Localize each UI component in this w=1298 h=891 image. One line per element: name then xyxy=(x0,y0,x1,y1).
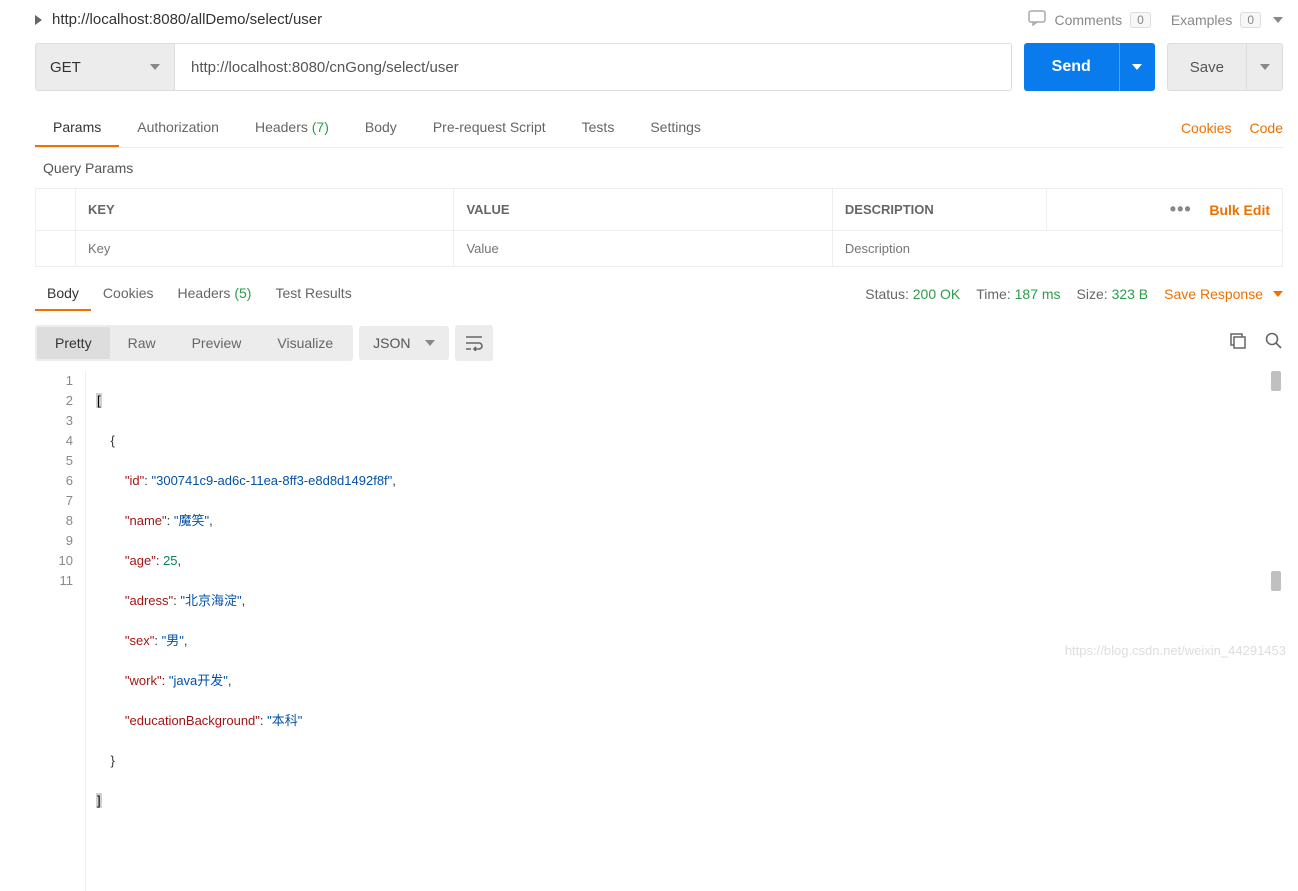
query-params-table: KEY VALUE DESCRIPTION ••• Bulk Edit xyxy=(35,188,1283,267)
url-input[interactable] xyxy=(175,43,1012,91)
view-raw[interactable]: Raw xyxy=(110,327,174,359)
wrap-lines-button[interactable] xyxy=(455,325,493,361)
description-input[interactable] xyxy=(845,241,1270,256)
more-icon[interactable]: ••• xyxy=(1170,199,1206,219)
method-select[interactable]: GET xyxy=(35,43,175,91)
code-content[interactable]: [ { "id": "300741c9-ad6c-11ea-8ff3-e8d8d… xyxy=(85,371,1283,891)
value-input[interactable] xyxy=(466,241,819,256)
search-icon[interactable] xyxy=(1265,332,1283,355)
save-button[interactable]: Save xyxy=(1167,43,1247,91)
line-gutter: 1 2 3 4 5 6 7 8 9 10 11 xyxy=(35,371,85,891)
key-header: KEY xyxy=(76,189,454,231)
bulk-edit-link[interactable]: Bulk Edit xyxy=(1209,202,1270,218)
resp-tab-headers[interactable]: Headers (5) xyxy=(166,277,264,311)
method-label: GET xyxy=(50,59,81,76)
code-link[interactable]: Code xyxy=(1250,120,1283,136)
tab-authorization[interactable]: Authorization xyxy=(119,109,237,147)
description-header: DESCRIPTION xyxy=(832,189,1046,231)
examples-button[interactable]: Examples 0 xyxy=(1171,12,1283,28)
send-button[interactable]: Send xyxy=(1024,43,1119,91)
resp-tab-body[interactable]: Body xyxy=(35,277,91,311)
cookies-link[interactable]: Cookies xyxy=(1181,120,1232,136)
comment-icon xyxy=(1028,10,1046,29)
status-value: 200 OK xyxy=(913,286,960,302)
examples-count: 0 xyxy=(1240,12,1261,28)
table-row xyxy=(36,231,1283,267)
view-mode-row: Pretty Raw Preview Visualize JSON xyxy=(35,325,1283,361)
response-tabs-row: Body Cookies Headers (5) Test Results St… xyxy=(35,277,1283,311)
save-response-button[interactable]: Save Response xyxy=(1164,286,1283,302)
scroll-thumb[interactable] xyxy=(1271,571,1281,591)
expand-icon[interactable] xyxy=(35,15,42,25)
checkbox-header xyxy=(36,189,76,231)
tab-tests[interactable]: Tests xyxy=(564,109,633,147)
copy-icon[interactable] xyxy=(1229,332,1247,355)
comments-count: 0 xyxy=(1130,12,1151,28)
comments-label: Comments xyxy=(1054,12,1122,28)
format-select[interactable]: JSON xyxy=(359,326,448,360)
time-value: 187 ms xyxy=(1015,286,1061,302)
tab-params[interactable]: Params xyxy=(35,109,119,147)
comments-button[interactable]: Comments 0 xyxy=(1028,10,1150,29)
save-dropdown[interactable] xyxy=(1247,43,1283,91)
scroll-thumb[interactable] xyxy=(1271,371,1281,391)
tab-prerequest[interactable]: Pre-request Script xyxy=(415,109,564,147)
query-params-label: Query Params xyxy=(35,148,1283,188)
resp-tab-test-results[interactable]: Test Results xyxy=(263,277,363,311)
tab-headers[interactable]: Headers (7) xyxy=(237,109,347,147)
send-dropdown[interactable] xyxy=(1119,43,1155,91)
tab-body[interactable]: Body xyxy=(347,109,415,147)
view-pretty[interactable]: Pretty xyxy=(37,327,110,359)
caret-down-icon xyxy=(150,64,160,70)
request-tabs: Params Authorization Headers (7) Body Pr… xyxy=(35,109,1283,148)
key-input[interactable] xyxy=(88,241,441,256)
examples-label: Examples xyxy=(1171,12,1232,28)
view-preview[interactable]: Preview xyxy=(174,327,260,359)
view-visualize[interactable]: Visualize xyxy=(259,327,351,359)
watermark: https://blog.csdn.net/weixin_44291453 xyxy=(1065,643,1286,658)
status-label: Status: xyxy=(865,286,909,302)
size-label: Size: xyxy=(1077,286,1108,302)
resp-tab-cookies[interactable]: Cookies xyxy=(91,277,166,311)
request-title: http://localhost:8080/allDemo/select/use… xyxy=(52,11,322,28)
value-header: VALUE xyxy=(454,189,832,231)
tab-settings[interactable]: Settings xyxy=(632,109,719,147)
request-title-bar: http://localhost:8080/allDemo/select/use… xyxy=(35,0,1283,39)
request-row: GET Send Save xyxy=(35,43,1283,91)
response-body: 1 2 3 4 5 6 7 8 9 10 11 [ { "id": "30074… xyxy=(35,371,1283,891)
caret-down-icon xyxy=(1273,291,1283,297)
size-value: 323 B xyxy=(1112,286,1149,302)
time-label: Time: xyxy=(976,286,1010,302)
caret-down-icon xyxy=(1273,17,1283,23)
caret-down-icon xyxy=(425,340,435,346)
